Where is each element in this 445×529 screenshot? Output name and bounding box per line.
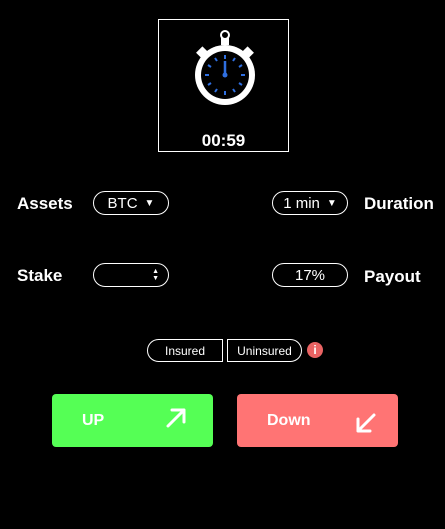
arrow-up-right-icon — [166, 408, 186, 428]
payout-value: 17% — [294, 266, 326, 284]
insured-label: Insured — [164, 343, 206, 358]
info-icon[interactable]: i — [307, 342, 323, 358]
insured-toggle[interactable]: Insured — [147, 339, 223, 362]
down-button[interactable]: Down — [237, 394, 398, 447]
stake-input[interactable]: ▲ ▼ — [93, 263, 169, 287]
timer-panel: 00:59 — [158, 19, 289, 152]
duration-select[interactable]: 1 min ▼ — [272, 191, 348, 215]
assets-select[interactable]: BTC ▼ — [93, 191, 169, 215]
assets-selected-value: BTC — [107, 194, 138, 212]
payout-label: Payout — [364, 267, 421, 286]
stepper-icon[interactable]: ▲ ▼ — [152, 268, 159, 282]
up-button[interactable]: UP — [52, 394, 213, 447]
up-button-label: UP — [82, 412, 105, 429]
payout-field: 17% — [272, 263, 348, 287]
down-button-label: Down — [267, 412, 311, 429]
chevron-down-icon: ▼ — [326, 197, 337, 209]
uninsured-label: Uninsured — [237, 343, 292, 358]
stopwatch-icon — [195, 30, 255, 105]
uninsured-toggle[interactable]: Uninsured — [227, 339, 302, 362]
duration-label: Duration — [364, 194, 434, 213]
chevron-down-icon: ▼ — [144, 197, 155, 209]
duration-selected-value: 1 min — [283, 194, 320, 212]
assets-label: Assets — [17, 194, 73, 213]
arrow-down-left-icon — [356, 413, 376, 433]
stake-label: Stake — [17, 266, 63, 285]
countdown-timer: 00:59 — [201, 131, 246, 150]
